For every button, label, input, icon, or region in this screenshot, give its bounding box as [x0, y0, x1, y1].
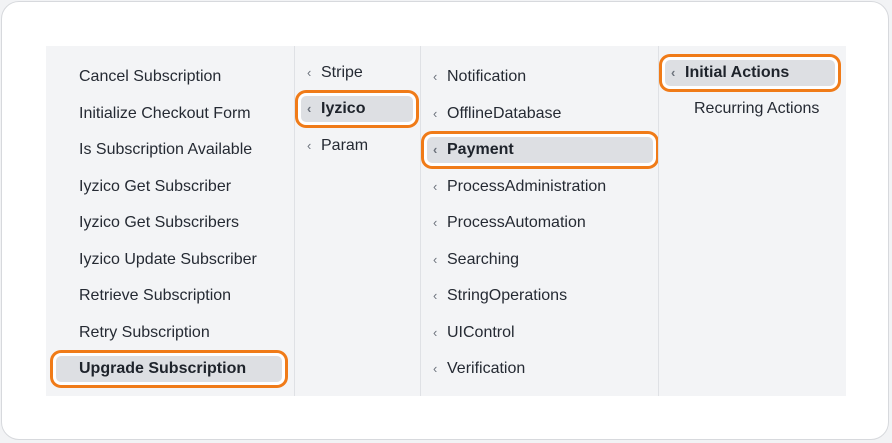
menu-item-verification[interactable]: ‹ Verification [427, 356, 653, 382]
menu-item-initialize-checkout-form[interactable]: Initialize Checkout Form [56, 101, 282, 127]
chevron-left-icon: ‹ [433, 252, 438, 267]
actions-column: Cancel Subscription Initialize Checkout … [46, 46, 294, 396]
chevron-left-icon: ‹ [433, 215, 438, 230]
chevron-left-icon: ‹ [307, 65, 312, 80]
providers-column: ‹ Stripe ‹ Iyzico ‹ Param [294, 46, 420, 396]
menu-item-iyzico-get-subscribers[interactable]: Iyzico Get Subscribers [56, 210, 282, 236]
menu-item-recurring-actions[interactable]: Recurring Actions [665, 96, 835, 122]
menu-item-retrieve-subscription[interactable]: Retrieve Subscription [56, 283, 282, 309]
menu-item-processadministration[interactable]: ‹ ProcessAdministration [427, 174, 653, 200]
menu-item-label: Initialize Checkout Form [79, 105, 251, 122]
menu-item-label: Retry Subscription [79, 324, 210, 341]
chevron-left-icon: ‹ [433, 288, 438, 303]
categories-column: ‹ Notification ‹ OfflineDatabase ‹ Payment … [420, 46, 658, 396]
menu-item-label: Stripe [321, 64, 363, 81]
menu-item-label: StringOperations [447, 287, 568, 304]
menu-item-cancel-subscription[interactable]: Cancel Subscription [56, 64, 282, 90]
chevron-left-icon: ‹ [433, 179, 438, 194]
chevron-left-icon: ‹ [307, 101, 312, 116]
menu-item-label: Recurring Actions [694, 100, 820, 117]
menu-item-notification[interactable]: ‹ Notification [427, 64, 653, 90]
menu-item-label: Iyzico [321, 100, 366, 117]
action-groups-column: ‹ Initial Actions Recurring Actions [658, 46, 846, 396]
menu-item-param[interactable]: ‹ Param [301, 133, 413, 159]
chevron-left-icon: ‹ [433, 142, 438, 157]
menu-item-label: Searching [447, 251, 520, 268]
menu-item-label: Upgrade Subscription [79, 360, 247, 377]
menu-item-label: ProcessAdministration [447, 178, 607, 195]
menu-item-label: Iyzico Update Subscriber [79, 251, 257, 268]
menu-item-label: UIControl [447, 324, 515, 341]
menu-item-offlinedatabase[interactable]: ‹ OfflineDatabase [427, 101, 653, 127]
chevron-left-icon: ‹ [433, 361, 438, 376]
menu-item-iyzico-get-subscriber[interactable]: Iyzico Get Subscriber [56, 174, 282, 200]
menu-item-label: ProcessAutomation [447, 214, 586, 231]
menu-item-label: Iyzico Get Subscribers [79, 214, 240, 231]
menu-item-stripe[interactable]: ‹ Stripe [301, 60, 413, 86]
menu-item-processautomation[interactable]: ‹ ProcessAutomation [427, 210, 653, 236]
menu-item-iyzico[interactable]: ‹ Iyzico [301, 96, 413, 122]
menu-item-label: Verification [447, 360, 526, 377]
menu-item-payment[interactable]: ‹ Payment [427, 137, 653, 163]
menu-item-label: Is Subscription Available [79, 141, 253, 158]
chevron-left-icon: ‹ [433, 106, 438, 121]
menu-item-is-subscription-available[interactable]: Is Subscription Available [56, 137, 282, 163]
chevron-left-icon: ‹ [433, 325, 438, 340]
menu-item-label: OfflineDatabase [447, 105, 562, 122]
menu-item-iyzico-update-subscriber[interactable]: Iyzico Update Subscriber [56, 247, 282, 273]
menu-item-stringoperations[interactable]: ‹ StringOperations [427, 283, 653, 309]
menu-item-searching[interactable]: ‹ Searching [427, 247, 653, 273]
menu-item-retry-subscription[interactable]: Retry Subscription [56, 320, 282, 346]
menu-item-initial-actions[interactable]: ‹ Initial Actions [665, 60, 835, 86]
cascading-menu: Cancel Subscription Initialize Checkout … [46, 46, 846, 396]
chevron-left-icon: ‹ [433, 69, 438, 84]
menu-item-label: Param [321, 137, 369, 154]
menu-item-label: Initial Actions [685, 64, 790, 81]
menu-item-label: Payment [447, 141, 514, 158]
menu-item-label: Retrieve Subscription [79, 287, 232, 304]
menu-item-label: Cancel Subscription [79, 68, 222, 85]
menu-item-label: Iyzico Get Subscriber [79, 178, 232, 195]
chevron-left-icon: ‹ [307, 138, 312, 153]
chevron-left-icon: ‹ [671, 65, 676, 80]
menu-item-label: Notification [447, 68, 527, 85]
menu-item-upgrade-subscription[interactable]: Upgrade Subscription [56, 356, 282, 382]
menu-item-uicontrol[interactable]: ‹ UIControl [427, 320, 653, 346]
